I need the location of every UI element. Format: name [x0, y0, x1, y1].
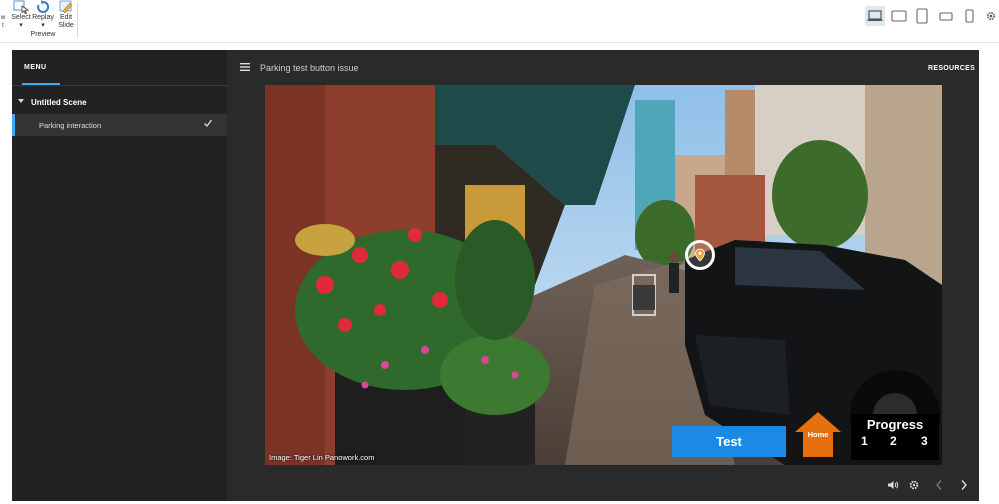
tablet-portrait-preview-button[interactable]	[912, 6, 932, 26]
settings-icon	[909, 480, 919, 490]
street-photo-background	[265, 85, 942, 465]
prev-arrow-icon	[936, 480, 942, 490]
collapse-caret-icon[interactable]	[18, 99, 24, 103]
menu-tab[interactable]: MENU	[24, 64, 47, 71]
tablet-landscape-preview-button[interactable]	[889, 6, 909, 26]
phone-landscape-icon	[939, 12, 953, 21]
menu-header: MENU	[12, 50, 227, 86]
next-arrow-icon	[961, 480, 967, 490]
player-settings-button[interactable]	[907, 478, 921, 492]
progress-title: Progress	[866, 417, 924, 432]
location-hotspot[interactable]	[685, 240, 715, 270]
progress-indicator: Progress 1 2 3	[851, 414, 939, 460]
progress-step-3: 3	[921, 434, 928, 448]
tablet-portrait-icon	[916, 8, 928, 24]
preview-group-label: Preview	[30, 31, 56, 38]
toolbar-divider	[77, 2, 78, 38]
previous-slide-button[interactable]	[932, 478, 946, 492]
menu-tab-underline	[22, 83, 60, 85]
partial-toolbar-button[interactable]: w t	[0, 14, 6, 30]
home-button-label: Home	[807, 430, 829, 439]
edit-slide-label: Edit Slide	[58, 14, 74, 29]
course-player: MENU Untitled Scene Parking interaction …	[12, 50, 979, 501]
slide-stage: Image: Tiger Lin Panowork.com Test Home …	[265, 85, 942, 465]
scene-item[interactable]: Untitled Scene	[12, 94, 227, 112]
tablet-landscape-icon	[891, 10, 907, 22]
authoring-toolbar: w t Select ▾ Replay ▾ Preview Edit Slide	[0, 0, 999, 43]
replay-label: Replay	[32, 14, 54, 21]
replay-button[interactable]: Replay ▾	[32, 0, 54, 30]
phone-portrait-preview-button[interactable]	[959, 6, 979, 26]
test-button[interactable]: Test	[672, 426, 786, 457]
menu-sidebar: MENU Untitled Scene Parking interaction	[12, 50, 227, 501]
map-pin-icon	[695, 248, 705, 262]
desktop-preview-button[interactable]	[865, 6, 885, 26]
checkmark-icon	[204, 119, 213, 127]
select-button[interactable]: Select ▾	[10, 0, 32, 30]
replay-icon	[37, 0, 50, 13]
replay-dropdown-arrow: ▾	[41, 22, 45, 29]
edit-slide-icon	[59, 0, 73, 14]
select-label: Select	[11, 14, 31, 21]
test-button-label: Test	[716, 434, 742, 449]
slide-label: Parking interaction	[39, 121, 102, 130]
settings-gear-icon	[986, 11, 996, 21]
desktop-icon	[867, 10, 883, 21]
edit-slide-button[interactable]: Edit Slide	[56, 0, 76, 30]
course-title: Parking test button issue	[260, 63, 359, 73]
progress-step-1: 1	[861, 434, 868, 448]
progress-step-2: 2	[890, 434, 897, 448]
select-icon	[13, 0, 30, 14]
select-dropdown-arrow: ▾	[19, 22, 23, 29]
resources-button[interactable]: RESOURCES	[928, 65, 975, 72]
scene-title: Untitled Scene	[31, 98, 87, 107]
hamburger-menu-icon[interactable]	[240, 63, 250, 71]
volume-button[interactable]	[886, 478, 900, 492]
preview-settings-button[interactable]	[984, 6, 998, 26]
image-credit: Image: Tiger Lin Panowork.com	[269, 453, 375, 462]
volume-icon	[888, 481, 899, 489]
selected-indicator	[12, 114, 15, 136]
home-button[interactable]: Home	[795, 412, 841, 457]
next-slide-button[interactable]	[957, 478, 971, 492]
partial-button-label: w t	[0, 15, 6, 29]
phone-portrait-icon	[965, 9, 974, 23]
sidebar-item-parking-interaction[interactable]: Parking interaction	[12, 114, 227, 136]
phone-landscape-preview-button[interactable]	[936, 6, 956, 26]
